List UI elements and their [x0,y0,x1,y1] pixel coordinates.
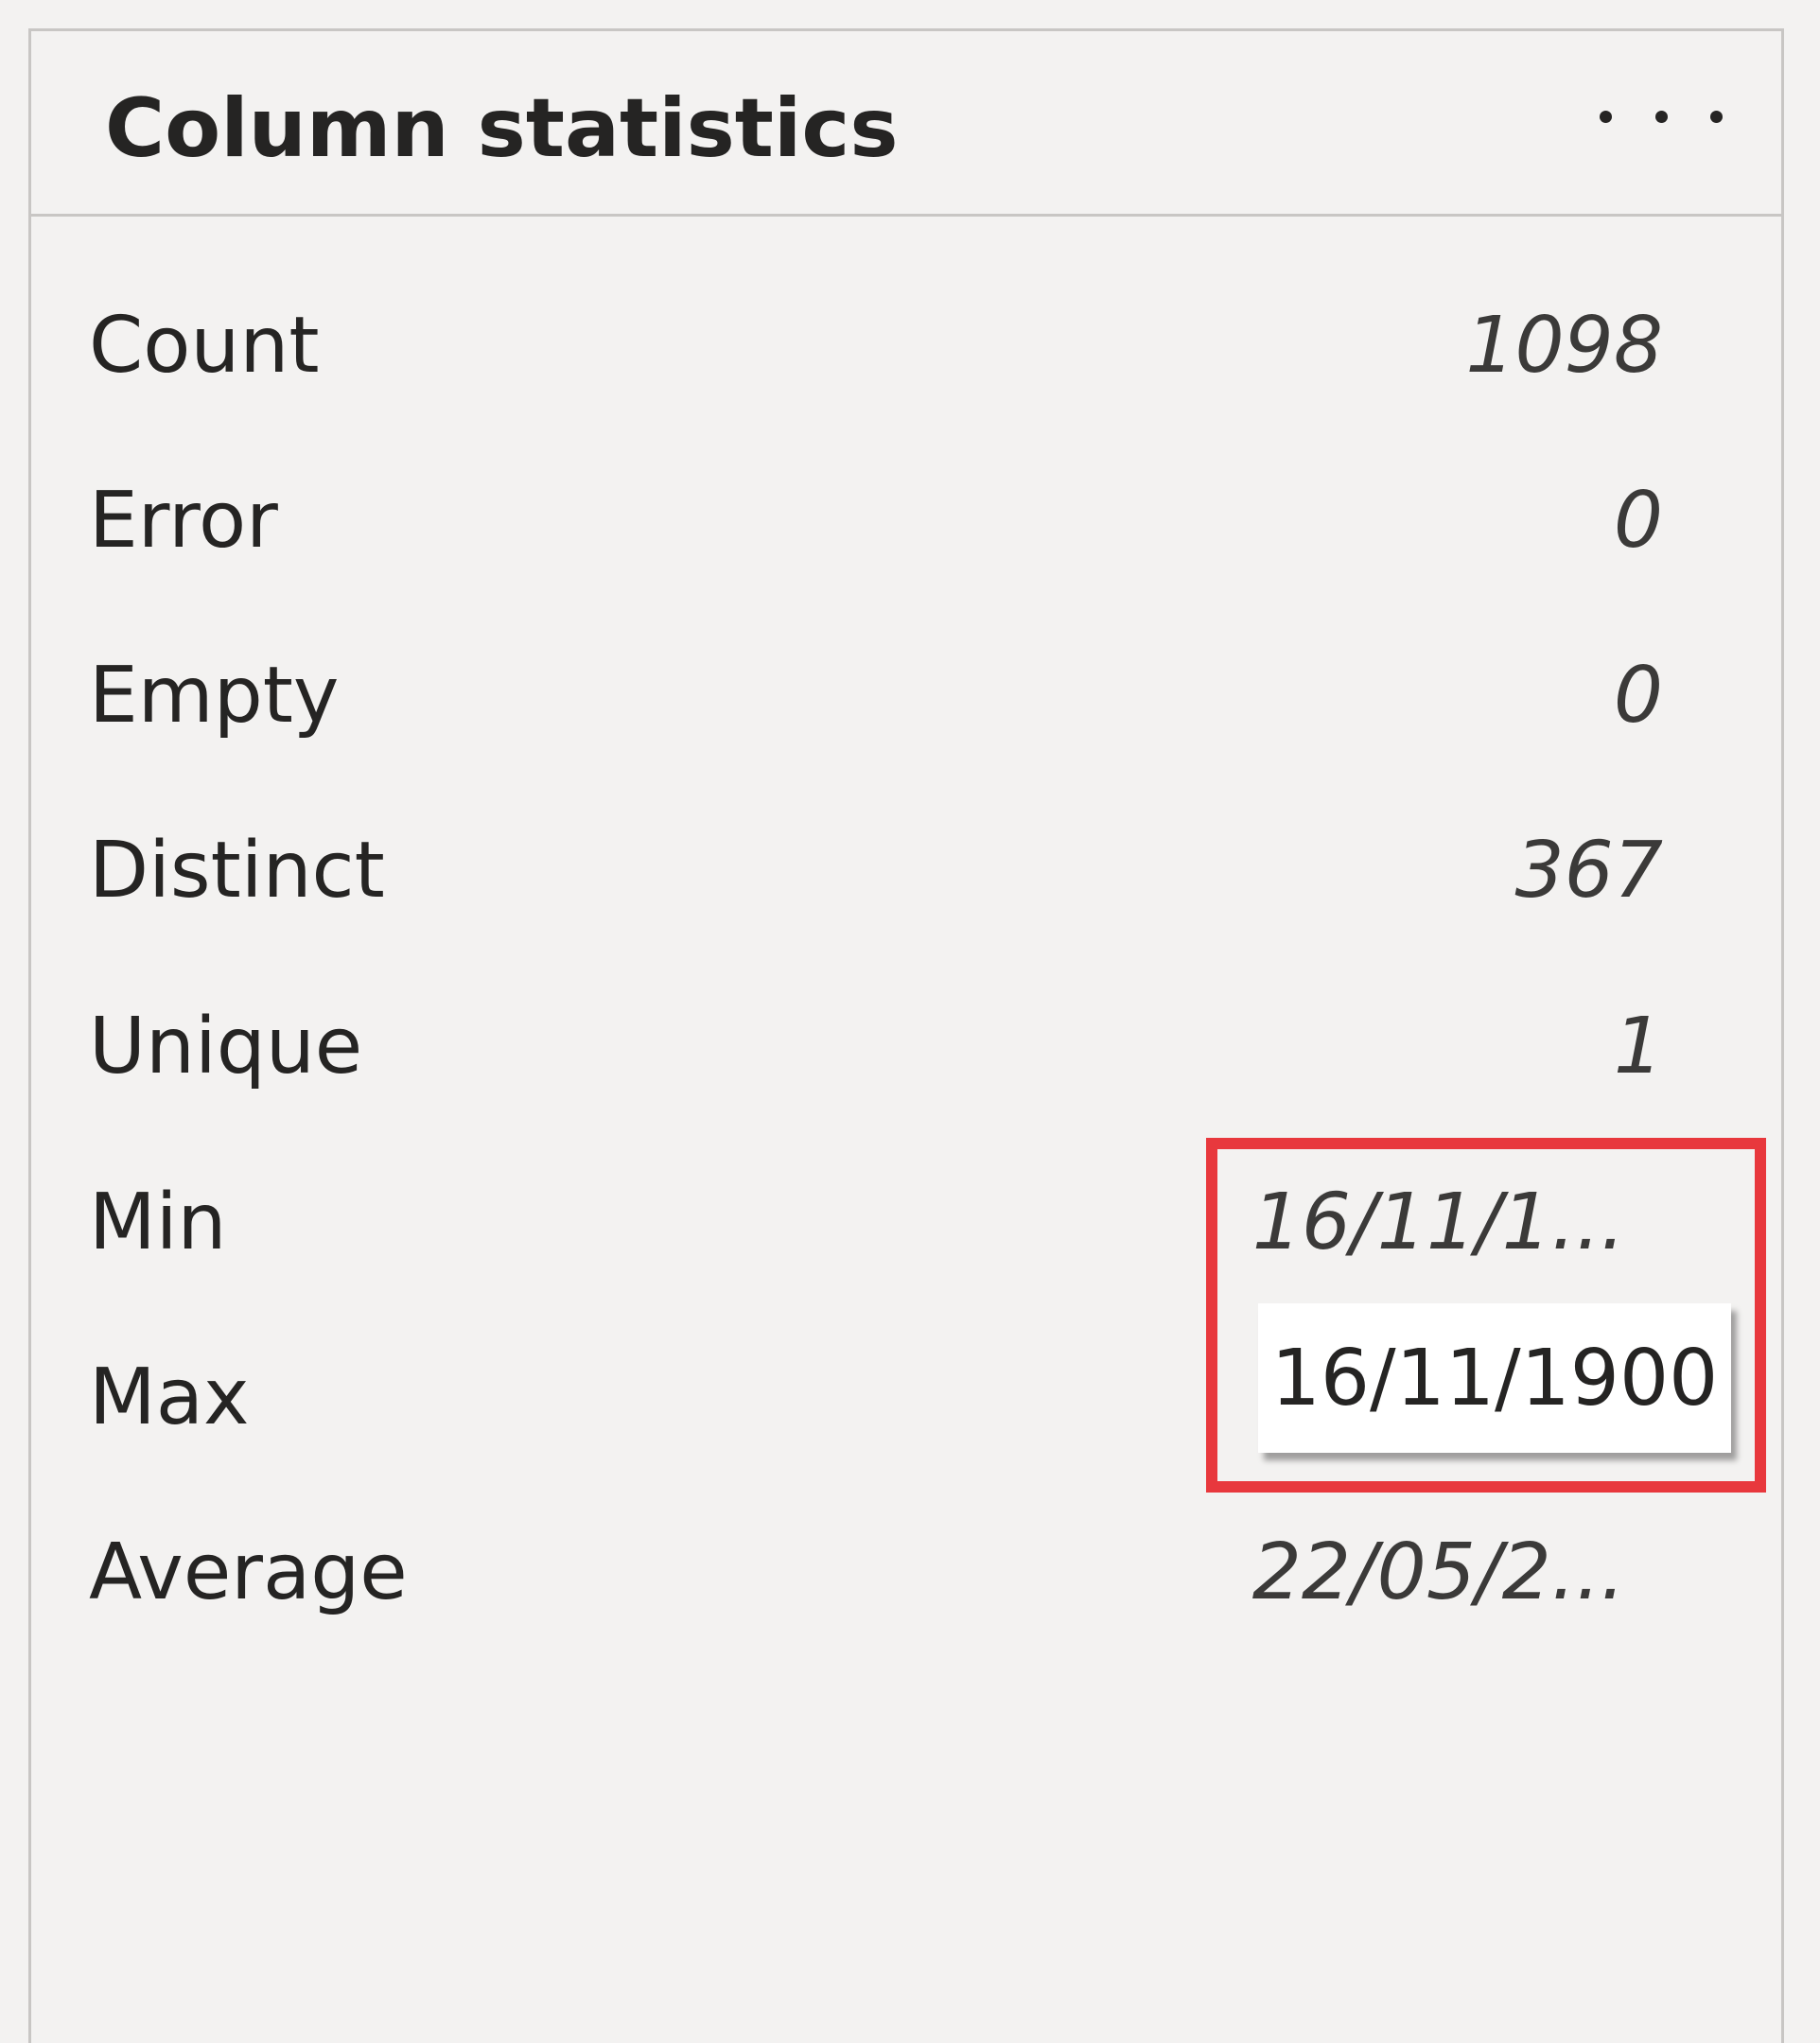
stat-value[interactable]: 16/11/1... [1252,1184,1625,1262]
stat-row-unique: Unique 1 [89,1008,1663,1103]
stat-label: Error [89,476,278,566]
stat-row-empty: Empty 0 [89,657,1663,752]
more-dot [1600,110,1612,123]
more-options-icon[interactable] [1600,88,1723,145]
stat-label: Max [89,1353,250,1442]
stat-label: Average [89,1528,408,1617]
stat-row-count: Count 1098 [89,307,1663,402]
more-dot [1654,110,1668,123]
more-dot [1710,110,1723,123]
stat-row-min: Min 16/11/1... [89,1184,1663,1279]
panel-header: Column statistics [31,31,1781,217]
stat-value: 1 [1613,1002,1663,1091]
stat-value: 0 [1613,651,1663,741]
stat-label: Empty [89,651,340,741]
panel-title: Column statistics [105,81,899,176]
stat-value[interactable]: 22/05/2... [1252,1534,1625,1612]
stat-value: 0 [1613,476,1663,566]
stat-value: 1098 [1465,301,1663,391]
stat-row-error: Error 0 [89,482,1663,577]
stat-value: 367 [1514,826,1663,916]
stat-label: Count [89,301,320,391]
stat-row-distinct: Distinct 367 [89,832,1663,927]
stat-row-average: Average 22/05/2... [89,1534,1663,1629]
stat-label: Distinct [89,826,385,916]
stat-label: Unique [89,1002,363,1091]
stat-label: Min [89,1178,227,1267]
value-tooltip: 16/11/1900 [1258,1303,1731,1453]
